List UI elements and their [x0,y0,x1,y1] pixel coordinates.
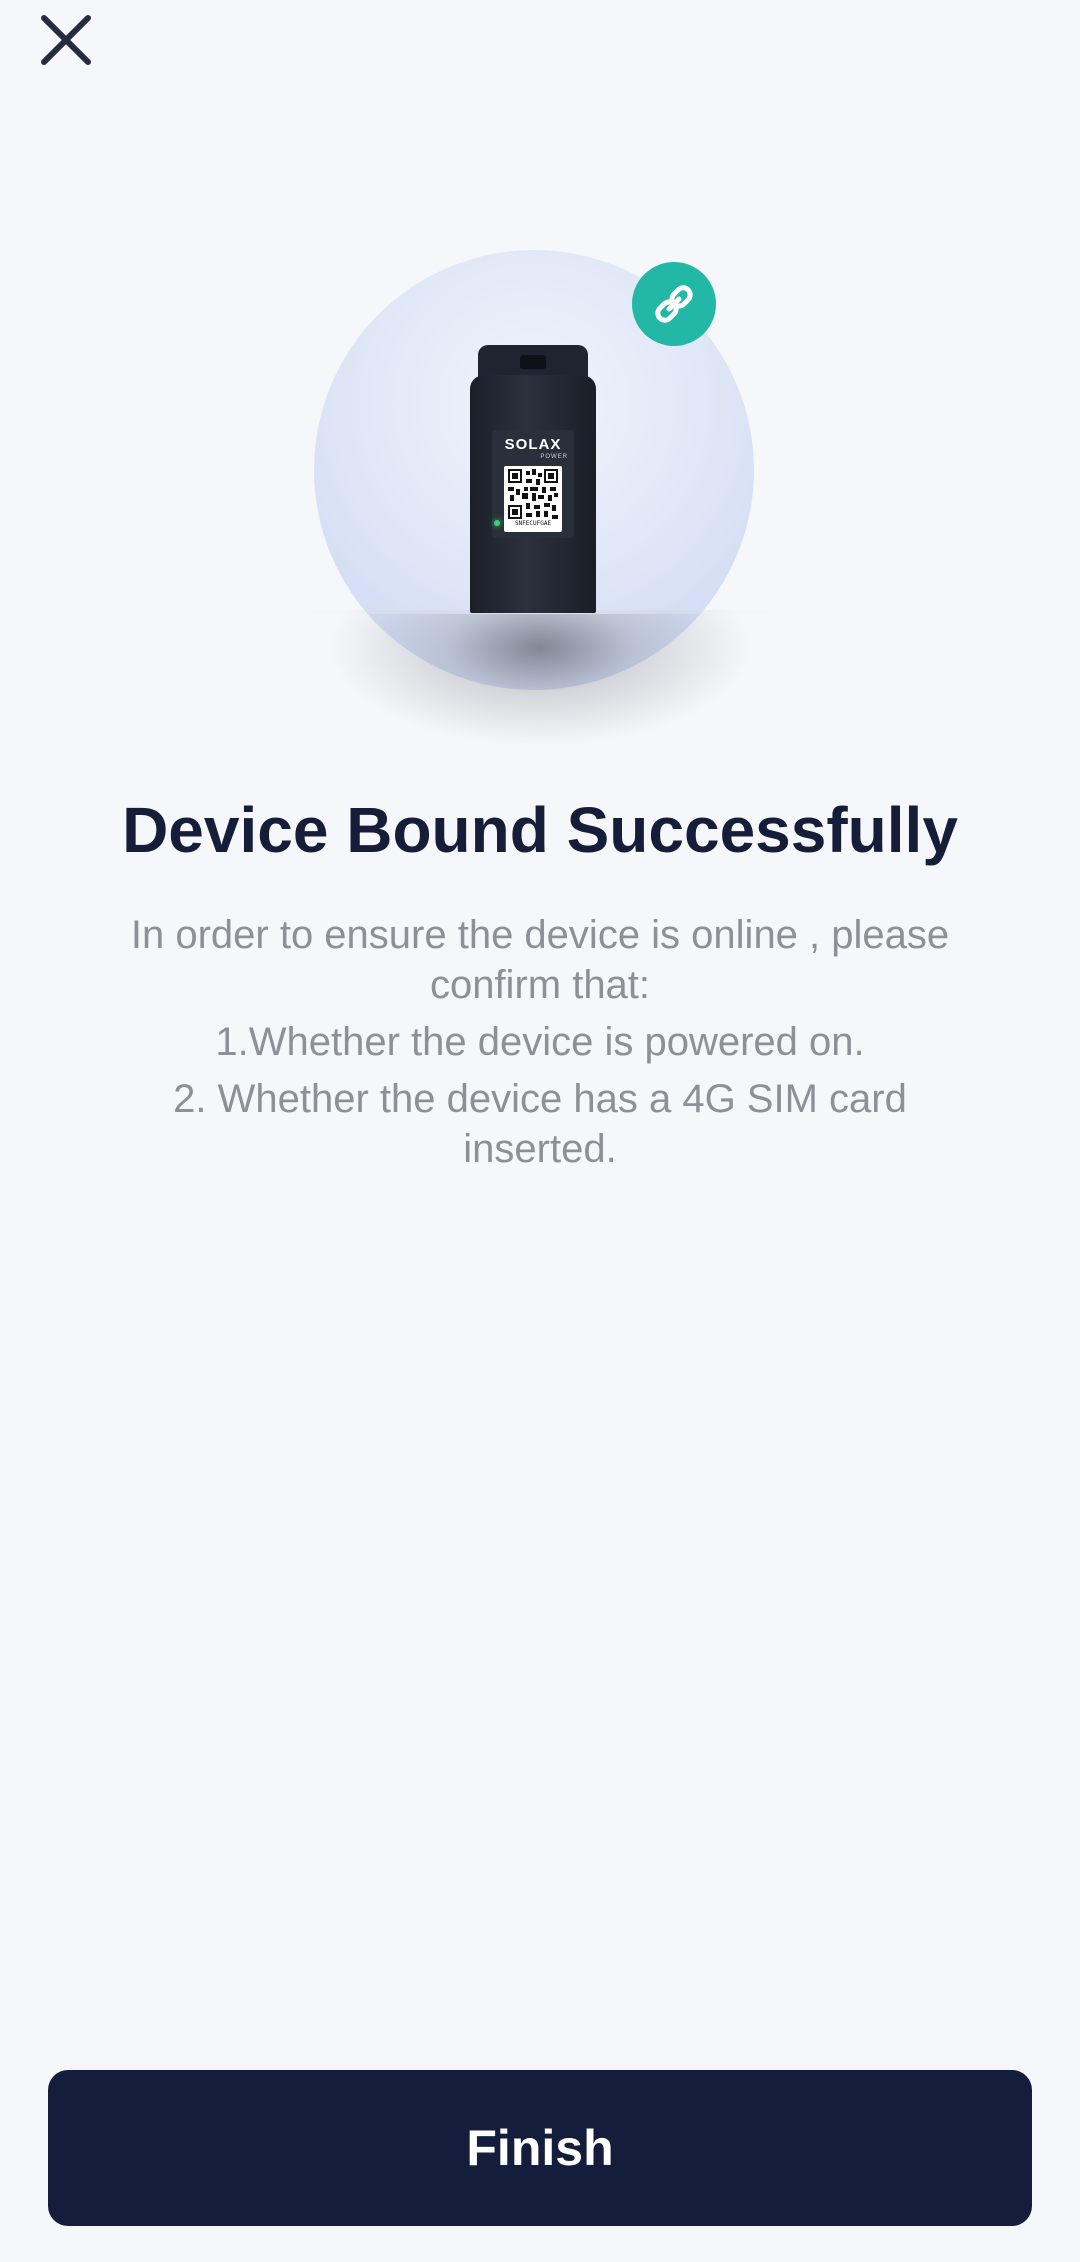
device-body: SOLAX POWER SNFECUFGAE [470,375,596,613]
link-icon [655,285,693,323]
instructions-item-powered: 1.Whether the device is powered on. [215,1020,865,1064]
device-brand-subtext: POWER [540,454,568,460]
status-led [494,520,500,526]
device-label: SOLAX POWER SNFECUFGAE [492,430,574,538]
instructions-intro: In order to ensure the device is online … [130,913,950,1007]
instructions: In order to ensure the device is online … [110,910,970,1181]
link-badge [632,262,716,346]
page-title: Device Bound Successfully [122,794,958,866]
device-shadow [300,610,780,760]
close-icon [41,15,91,65]
instructions-item-sim: 2. Whether the device has a 4G SIM card … [173,1077,907,1171]
finish-button[interactable]: Finish [48,2070,1032,2226]
close-button[interactable] [30,10,100,80]
qr-code: SNFECUFGAE [504,466,562,532]
device-brand-text: SOLAX [504,436,562,453]
device-illustration: SOLAX POWER SNFECUFGAE [300,240,780,760]
qr-code-icon [508,469,558,519]
dongle-device-image: SOLAX POWER SNFECUFGAE [470,345,596,613]
device-serial-number: SNFECUFGAE [514,520,552,527]
